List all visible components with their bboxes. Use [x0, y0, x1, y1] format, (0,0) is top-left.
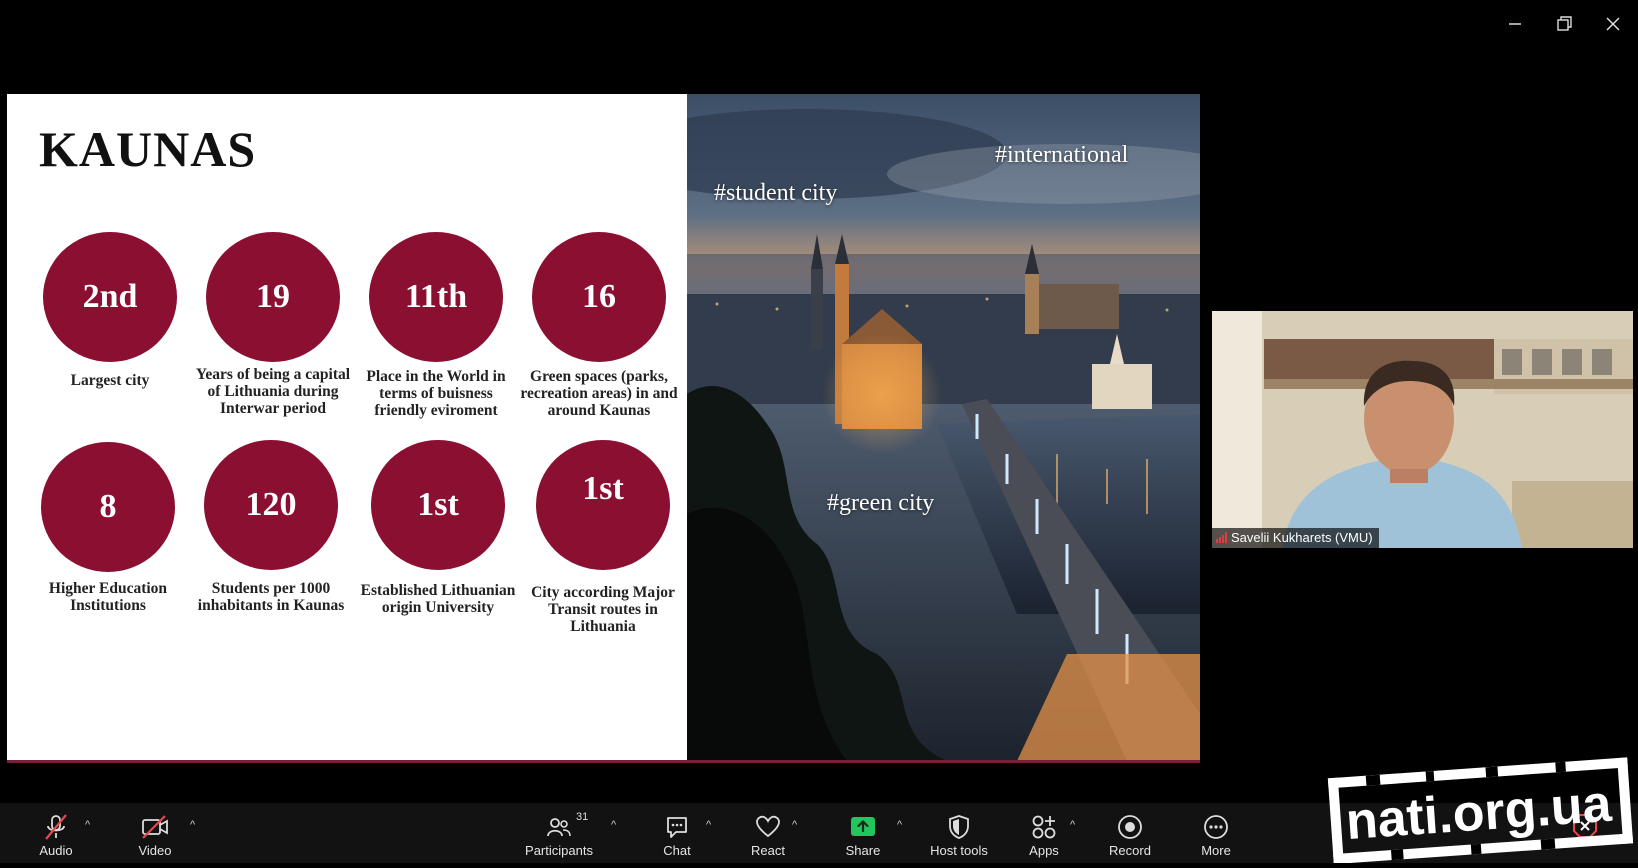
- apps-label: Apps: [1029, 843, 1059, 858]
- stat-circle: 2nd: [43, 232, 177, 362]
- participant-count: 31: [576, 811, 589, 823]
- record-label: Record: [1109, 843, 1151, 858]
- restore-icon: [1557, 16, 1572, 31]
- stat-circle: 19: [206, 232, 340, 362]
- stat-circle: 8: [41, 442, 175, 572]
- close-icon: [1606, 17, 1620, 31]
- stat-caption: Green spaces (parks, recreation areas) i…: [520, 368, 678, 419]
- participants-icon: 31: [546, 811, 588, 841]
- tag-student-city: #student city: [714, 180, 838, 206]
- close-window-button[interactable]: [1601, 12, 1625, 36]
- slide-title: KAUNAS: [39, 121, 257, 177]
- chat-button[interactable]: Chat: [655, 803, 699, 863]
- tag-international: #international: [995, 142, 1129, 168]
- stat-green-spaces: 16 Green spaces (parks, recreation areas…: [519, 232, 679, 419]
- tag-green-city: #green city: [827, 490, 935, 516]
- stat-circle: 1st: [536, 440, 670, 570]
- shield-icon: [946, 813, 972, 841]
- stat-caption: Students per 1000 inhabitants in Kaunas: [197, 580, 345, 614]
- react-label: React: [751, 843, 785, 858]
- stat-business-rank: 11th Place in the World in terms of buis…: [356, 232, 516, 419]
- stat-caption: City according Major Transit routes in L…: [531, 584, 675, 635]
- participants-button[interactable]: 31 Participants: [523, 803, 595, 863]
- stat-transit-routes: 1st City according Major Transit routes …: [523, 440, 683, 635]
- share-button[interactable]: Share: [841, 803, 885, 863]
- audio-label: Audio: [39, 843, 73, 858]
- participant-name-label: Savelii Kukharets (VMU): [1212, 528, 1379, 548]
- video-off-icon: [140, 813, 170, 841]
- participants-options-chevron-icon[interactable]: ^: [611, 819, 616, 831]
- kaunas-city-photo: #international #student city #green city: [687, 94, 1200, 761]
- video-options-chevron-icon[interactable]: ^: [190, 819, 195, 831]
- more-button[interactable]: More: [1194, 803, 1238, 863]
- video-label: Video: [138, 843, 172, 858]
- muted-microphone-icon: [43, 813, 69, 841]
- minimize-icon: [1509, 23, 1521, 25]
- apps-icon: [1030, 813, 1058, 841]
- chat-options-chevron-icon[interactable]: ^: [706, 819, 711, 831]
- stat-capital-years: 19 Years of being a capital of Lithuania…: [193, 232, 353, 417]
- apps-button[interactable]: Apps: [1022, 803, 1066, 863]
- host-tools-button[interactable]: Host tools: [928, 803, 990, 863]
- apps-options-chevron-icon[interactable]: ^: [1070, 819, 1075, 831]
- slide-bottom-rule: [7, 760, 1200, 763]
- stat-higher-education: 8 Higher Education Institutions: [28, 442, 188, 614]
- share-label: Share: [845, 843, 881, 858]
- chat-icon: [664, 813, 690, 841]
- record-icon: [1116, 813, 1144, 841]
- stat-caption: Higher Education Institutions: [48, 580, 168, 614]
- restore-button[interactable]: [1552, 12, 1576, 36]
- watermark-stamp-graphic: nati.org.ua: [1327, 757, 1634, 865]
- share-options-chevron-icon[interactable]: ^: [897, 819, 902, 831]
- watermark-logo: nati.org.ua: [1318, 746, 1636, 865]
- chat-label: Chat: [663, 843, 691, 858]
- participant-video-frame: [1212, 311, 1633, 548]
- stat-circle: 11th: [369, 232, 503, 362]
- stat-established-university: 1st Established Lithuanian origin Univer…: [358, 440, 518, 616]
- participant-name: Savelii Kukharets (VMU): [1231, 530, 1373, 545]
- react-options-chevron-icon[interactable]: ^: [792, 819, 797, 831]
- share-screen-icon: [849, 813, 877, 841]
- shared-slide: KAUNAS 2nd Largest city 19 Years of bein…: [7, 94, 1200, 761]
- stat-circle: 16: [532, 232, 666, 362]
- video-button[interactable]: Video: [133, 803, 177, 863]
- stat-caption: Established Lithuanian origin University: [360, 582, 516, 616]
- stat-circle: 120: [204, 440, 338, 570]
- stat-largest-city: 2nd Largest city: [30, 232, 190, 389]
- stat-caption: Largest city: [70, 372, 150, 389]
- minimize-button[interactable]: [1503, 12, 1527, 36]
- audio-button[interactable]: Audio: [34, 803, 78, 863]
- more-label: More: [1201, 843, 1231, 858]
- participants-label: Participants: [525, 843, 593, 858]
- host-tools-label: Host tools: [930, 843, 988, 858]
- heart-icon: [754, 813, 782, 841]
- stat-caption: Years of being a capital of Lithuania du…: [195, 366, 351, 417]
- signal-strength-icon: [1216, 532, 1227, 543]
- more-options-icon: [1202, 813, 1230, 841]
- record-button[interactable]: Record: [1105, 803, 1155, 863]
- stat-circle: 1st: [371, 440, 505, 570]
- stat-caption: Place in the World in terms of buisness …: [366, 368, 506, 419]
- audio-options-chevron-icon[interactable]: ^: [85, 819, 90, 831]
- stat-students-per-1000: 120 Students per 1000 inhabitants in Kau…: [191, 440, 351, 614]
- participant-video-tile[interactable]: Savelii Kukharets (VMU): [1212, 311, 1633, 548]
- react-button[interactable]: React: [746, 803, 790, 863]
